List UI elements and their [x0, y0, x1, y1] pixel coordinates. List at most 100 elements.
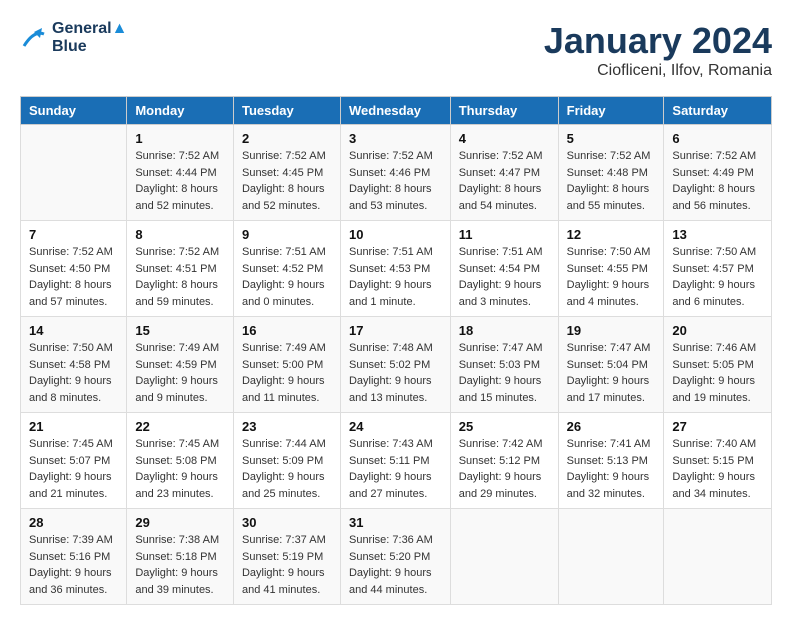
day-of-week-header: Monday [127, 97, 234, 125]
calendar-cell: 29 Sunrise: 7:38 AMSunset: 5:18 PMDayligh… [127, 509, 234, 605]
day-of-week-header: Friday [558, 97, 664, 125]
calendar-cell: 10 Sunrise: 7:51 AMSunset: 4:53 PMDayligh… [340, 221, 450, 317]
day-sun-info: Sunrise: 7:52 AMSunset: 4:48 PMDaylight:… [567, 148, 656, 214]
day-sun-info: Sunrise: 7:51 AMSunset: 4:53 PMDaylight:… [349, 244, 442, 310]
calendar-cell: 25Sunrise: 7:42 AMSunset: 5:12 PMDayligh… [450, 413, 558, 509]
day-number: 22 [135, 419, 225, 434]
calendar-cell: 22 Sunrise: 7:45 AMSunset: 5:08 PMDayligh… [127, 413, 234, 509]
day-number: 10 [349, 227, 442, 242]
day-sun-info: Sunrise: 7:38 AMSunset: 5:18 PMDaylight:… [135, 532, 225, 598]
day-number: 18 [459, 323, 550, 338]
day-number: 24 [349, 419, 442, 434]
day-number: 23 [242, 419, 332, 434]
day-sun-info: Sunrise: 7:52 AMSunset: 4:44 PMDaylight:… [135, 148, 225, 214]
day-sun-info: Sunrise: 7:52 AMSunset: 4:46 PMDaylight:… [349, 148, 442, 214]
day-number: 2 [242, 131, 332, 146]
day-sun-info: Sunrise: 7:50 AMSunset: 4:58 PMDaylight:… [29, 340, 118, 406]
day-number: 26 [567, 419, 656, 434]
calendar-cell: 27 Sunrise: 7:40 AMSunset: 5:15 PMDayligh… [664, 413, 772, 509]
day-sun-info: Sunrise: 7:51 AMSunset: 4:54 PMDaylight:… [459, 244, 550, 310]
day-sun-info: Sunrise: 7:46 AMSunset: 5:05 PMDaylight:… [672, 340, 763, 406]
day-sun-info: Sunrise: 7:36 AMSunset: 5:20 PMDaylight:… [349, 532, 442, 598]
calendar-cell: 24 Sunrise: 7:43 AMSunset: 5:11 PMDayligh… [340, 413, 450, 509]
logo-text: General▲ Blue [52, 20, 127, 56]
month-title: January 2024 [544, 20, 772, 62]
day-number: 29 [135, 515, 225, 530]
calendar-header-row: SundayMondayTuesdayWednesdayThursdayFrid… [21, 97, 772, 125]
calendar-cell: 4 Sunrise: 7:52 AMSunset: 4:47 PMDaylight… [450, 125, 558, 221]
day-sun-info: Sunrise: 7:47 AMSunset: 5:04 PMDaylight:… [567, 340, 656, 406]
day-number: 8 [135, 227, 225, 242]
day-sun-info: Sunrise: 7:47 AMSunset: 5:03 PMDaylight:… [459, 340, 550, 406]
day-sun-info: Sunrise: 7:45 AMSunset: 5:08 PMDaylight:… [135, 436, 225, 502]
day-sun-info: Sunrise: 7:39 AMSunset: 5:16 PMDaylight:… [29, 532, 118, 598]
calendar-week-row: 21 Sunrise: 7:45 AMSunset: 5:07 PMDayligh… [21, 413, 772, 509]
day-number: 12 [567, 227, 656, 242]
day-sun-info: Sunrise: 7:52 AMSunset: 4:50 PMDaylight:… [29, 244, 118, 310]
calendar-week-row: 14Sunrise: 7:50 AMSunset: 4:58 PMDayligh… [21, 317, 772, 413]
calendar-cell: 17 Sunrise: 7:48 AMSunset: 5:02 PMDayligh… [340, 317, 450, 413]
day-number: 1 [135, 131, 225, 146]
calendar-cell [664, 509, 772, 605]
day-sun-info: Sunrise: 7:42 AMSunset: 5:12 PMDaylight:… [459, 436, 550, 502]
calendar-table: SundayMondayTuesdayWednesdayThursdayFrid… [20, 96, 772, 605]
calendar-cell [558, 509, 664, 605]
calendar-week-row: 28 Sunrise: 7:39 AMSunset: 5:16 PMDayligh… [21, 509, 772, 605]
day-sun-info: Sunrise: 7:40 AMSunset: 5:15 PMDaylight:… [672, 436, 763, 502]
location-title: Ciofliceni, Ilfov, Romania [544, 62, 772, 80]
day-sun-info: Sunrise: 7:48 AMSunset: 5:02 PMDaylight:… [349, 340, 442, 406]
calendar-cell: 14Sunrise: 7:50 AMSunset: 4:58 PMDayligh… [21, 317, 127, 413]
logo-icon [20, 24, 48, 52]
day-sun-info: Sunrise: 7:52 AMSunset: 4:49 PMDaylight:… [672, 148, 763, 214]
day-number: 21 [29, 419, 118, 434]
day-sun-info: Sunrise: 7:45 AMSunset: 5:07 PMDaylight:… [29, 436, 118, 502]
day-number: 28 [29, 515, 118, 530]
day-number: 16 [242, 323, 332, 338]
day-sun-info: Sunrise: 7:51 AMSunset: 4:52 PMDaylight:… [242, 244, 332, 310]
calendar-cell: 16 Sunrise: 7:49 AMSunset: 5:00 PMDayligh… [233, 317, 340, 413]
day-sun-info: Sunrise: 7:43 AMSunset: 5:11 PMDaylight:… [349, 436, 442, 502]
day-number: 30 [242, 515, 332, 530]
day-number: 27 [672, 419, 763, 434]
calendar-cell: 3 Sunrise: 7:52 AMSunset: 4:46 PMDaylight… [340, 125, 450, 221]
calendar-cell: 8 Sunrise: 7:52 AMSunset: 4:51 PMDaylight… [127, 221, 234, 317]
calendar-week-row: 7 Sunrise: 7:52 AMSunset: 4:50 PMDaylight… [21, 221, 772, 317]
day-sun-info: Sunrise: 7:49 AMSunset: 4:59 PMDaylight:… [135, 340, 225, 406]
calendar-cell [450, 509, 558, 605]
day-number: 7 [29, 227, 118, 242]
calendar-cell: 20 Sunrise: 7:46 AMSunset: 5:05 PMDayligh… [664, 317, 772, 413]
calendar-cell: 12 Sunrise: 7:50 AMSunset: 4:55 PMDayligh… [558, 221, 664, 317]
day-sun-info: Sunrise: 7:52 AMSunset: 4:45 PMDaylight:… [242, 148, 332, 214]
day-number: 4 [459, 131, 550, 146]
calendar-cell: 11 Sunrise: 7:51 AMSunset: 4:54 PMDayligh… [450, 221, 558, 317]
calendar-cell: 5 Sunrise: 7:52 AMSunset: 4:48 PMDaylight… [558, 125, 664, 221]
day-number: 11 [459, 227, 550, 242]
calendar-cell: 15Sunrise: 7:49 AMSunset: 4:59 PMDayligh… [127, 317, 234, 413]
calendar-cell: 7 Sunrise: 7:52 AMSunset: 4:50 PMDaylight… [21, 221, 127, 317]
day-of-week-header: Thursday [450, 97, 558, 125]
calendar-cell: 19 Sunrise: 7:47 AMSunset: 5:04 PMDayligh… [558, 317, 664, 413]
calendar-cell: 31 Sunrise: 7:36 AMSunset: 5:20 PMDayligh… [340, 509, 450, 605]
day-number: 31 [349, 515, 442, 530]
day-sun-info: Sunrise: 7:49 AMSunset: 5:00 PMDaylight:… [242, 340, 332, 406]
day-sun-info: Sunrise: 7:52 AMSunset: 4:47 PMDaylight:… [459, 148, 550, 214]
calendar-cell: 28 Sunrise: 7:39 AMSunset: 5:16 PMDayligh… [21, 509, 127, 605]
day-number: 5 [567, 131, 656, 146]
day-sun-info: Sunrise: 7:50 AMSunset: 4:57 PMDaylight:… [672, 244, 763, 310]
day-number: 20 [672, 323, 763, 338]
day-number: 6 [672, 131, 763, 146]
calendar-cell: 13 Sunrise: 7:50 AMSunset: 4:57 PMDayligh… [664, 221, 772, 317]
day-sun-info: Sunrise: 7:50 AMSunset: 4:55 PMDaylight:… [567, 244, 656, 310]
calendar-body: 1 Sunrise: 7:52 AMSunset: 4:44 PMDaylight… [21, 125, 772, 605]
day-of-week-header: Sunday [21, 97, 127, 125]
day-number: 3 [349, 131, 442, 146]
day-number: 19 [567, 323, 656, 338]
day-number: 17 [349, 323, 442, 338]
calendar-cell: 6 Sunrise: 7:52 AMSunset: 4:49 PMDaylight… [664, 125, 772, 221]
day-sun-info: Sunrise: 7:52 AMSunset: 4:51 PMDaylight:… [135, 244, 225, 310]
day-sun-info: Sunrise: 7:37 AMSunset: 5:19 PMDaylight:… [242, 532, 332, 598]
calendar-cell: 21 Sunrise: 7:45 AMSunset: 5:07 PMDayligh… [21, 413, 127, 509]
day-number: 13 [672, 227, 763, 242]
logo: General▲ Blue [20, 20, 127, 56]
calendar-cell: 23Sunrise: 7:44 AMSunset: 5:09 PMDayligh… [233, 413, 340, 509]
